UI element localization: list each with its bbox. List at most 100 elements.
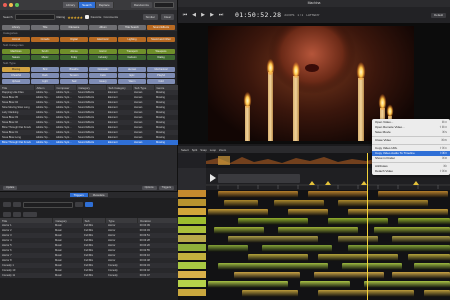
grid-view-icon[interactable] bbox=[75, 202, 83, 207]
track-header[interactable] bbox=[178, 253, 206, 260]
audio-clip[interactable] bbox=[228, 236, 318, 243]
subcategory-tag[interactable]: Transport bbox=[118, 49, 146, 54]
back-icon[interactable] bbox=[3, 202, 11, 207]
audio-clip[interactable] bbox=[214, 227, 264, 234]
menu-item[interactable]: Detach Video ⇧⌘D bbox=[372, 169, 450, 174]
audio-clip[interactable] bbox=[234, 272, 300, 279]
browser-search-input[interactable] bbox=[23, 201, 73, 208]
subtype-tag[interactable]: Mechanical bbox=[147, 67, 175, 72]
audio-clip[interactable] bbox=[218, 263, 328, 270]
options-button[interactable]: Options bbox=[141, 186, 157, 190]
subtype-tag[interactable]: Tension bbox=[60, 73, 88, 78]
audio-clip[interactable] bbox=[328, 218, 388, 225]
audio-clip[interactable] bbox=[308, 191, 368, 198]
track-header[interactable] bbox=[178, 244, 206, 251]
subcategory-tag[interactable]: Industry bbox=[89, 55, 117, 60]
preset-select[interactable]: Default bbox=[431, 12, 446, 18]
fast-forward-icon[interactable]: ⏭ bbox=[218, 12, 224, 18]
category-tag[interactable]: Electronic bbox=[89, 37, 117, 42]
subtype-tag[interactable]: Human bbox=[118, 67, 146, 72]
triggers-button[interactable]: Triggers bbox=[158, 186, 174, 190]
rating-stars-icon[interactable]: ★★★★★ bbox=[67, 15, 83, 20]
favorite-checkbox[interactable] bbox=[84, 15, 89, 19]
subtype-tag[interactable]: Breathe bbox=[60, 67, 88, 72]
subcategory-tag[interactable]: Dialog bbox=[147, 55, 175, 60]
zoom-window-icon[interactable] bbox=[15, 3, 19, 7]
audio-clip[interactable] bbox=[288, 209, 328, 216]
subtype-tag[interactable]: Heavy bbox=[89, 79, 117, 84]
subtype-tag[interactable]: Light bbox=[31, 79, 59, 84]
subtype-tag[interactable]: Domestic bbox=[89, 67, 117, 72]
track-header[interactable] bbox=[178, 271, 206, 278]
folder-icon[interactable] bbox=[23, 212, 37, 217]
menu-item[interactable]: Show in Finder ⌘R bbox=[372, 156, 450, 161]
track-header[interactable] bbox=[178, 199, 206, 206]
tab-metadata[interactable]: Metadata bbox=[88, 193, 109, 197]
subcategory-tag[interactable]: Horror bbox=[89, 49, 117, 54]
audio-clip[interactable] bbox=[242, 290, 298, 297]
audio-clip[interactable] bbox=[342, 263, 402, 270]
update-button[interactable]: Update bbox=[3, 186, 18, 190]
timeline-tracks[interactable] bbox=[178, 190, 450, 300]
subtype-tag[interactable]: Cold bbox=[147, 79, 175, 84]
similar-button[interactable]: Similar bbox=[142, 14, 158, 20]
track-header[interactable] bbox=[178, 235, 206, 242]
subtype-tag[interactable]: Bird bbox=[31, 67, 59, 72]
audio-clip[interactable] bbox=[392, 272, 450, 279]
audio-clip[interactable] bbox=[374, 227, 450, 234]
audio-clip[interactable] bbox=[378, 191, 448, 198]
filter-filename[interactable]: Filename bbox=[60, 25, 88, 30]
audio-clip[interactable] bbox=[278, 227, 358, 234]
audio-clip[interactable] bbox=[262, 245, 332, 252]
audio-clip[interactable] bbox=[274, 200, 324, 207]
audio-clip[interactable] bbox=[318, 254, 398, 261]
subtype-tag[interactable]: Cheerful bbox=[2, 73, 30, 78]
audio-clip[interactable] bbox=[318, 290, 414, 297]
subtype-tag[interactable]: Sad bbox=[60, 79, 88, 84]
filter-album[interactable]: Album bbox=[89, 25, 117, 30]
forward-icon[interactable] bbox=[13, 202, 21, 207]
audio-clip[interactable] bbox=[208, 245, 248, 252]
subtype-tag[interactable]: Playful bbox=[147, 73, 175, 78]
subcategory-tag[interactable]: Foley bbox=[60, 55, 88, 60]
tool-loop[interactable]: Loop bbox=[210, 148, 216, 152]
audio-clip[interactable] bbox=[348, 209, 448, 216]
subtype-tag[interactable]: Warm bbox=[118, 79, 146, 84]
subtype-tag[interactable]: Epic bbox=[118, 73, 146, 78]
category-tag[interactable]: Lighting bbox=[118, 37, 146, 42]
audio-clip[interactable] bbox=[314, 272, 384, 279]
audio-clip[interactable] bbox=[392, 236, 450, 243]
tool-zoom[interactable]: Zoom bbox=[219, 148, 226, 152]
tab-replace[interactable]: Replace bbox=[95, 2, 114, 8]
audio-clip[interactable] bbox=[398, 218, 450, 225]
subcategory-tag[interactable]: Atmos bbox=[60, 49, 88, 54]
subcategory-tag[interactable]: Cartoon bbox=[118, 55, 146, 60]
audio-clip[interactable] bbox=[364, 281, 450, 288]
step-forward-icon[interactable]: ▶ bbox=[209, 12, 215, 18]
filter-title-search[interactable]: Title Search bbox=[118, 25, 146, 30]
category-tag[interactable]: Sound and Other bbox=[147, 37, 175, 42]
tool-snap[interactable]: Snap bbox=[200, 148, 207, 152]
search-input[interactable] bbox=[14, 14, 55, 20]
subcategory-tag[interactable]: Sci-Fi bbox=[31, 49, 59, 54]
audio-clip[interactable] bbox=[300, 281, 350, 288]
track-header[interactable] bbox=[178, 226, 206, 233]
category-tag[interactable]: Digital bbox=[60, 37, 88, 42]
filter-title[interactable]: Title bbox=[31, 25, 59, 30]
tab-search[interactable]: Search bbox=[79, 2, 96, 8]
category-tag[interactable]: Animal bbox=[2, 37, 30, 42]
play-icon[interactable]: ▶ bbox=[200, 12, 206, 18]
audio-clip[interactable] bbox=[348, 245, 450, 252]
audio-clip[interactable] bbox=[248, 254, 308, 261]
tab-library[interactable]: Library bbox=[63, 2, 80, 8]
subcategory-tag[interactable]: Music bbox=[31, 55, 59, 60]
audio-clip[interactable] bbox=[338, 236, 378, 243]
audio-clip[interactable] bbox=[238, 218, 308, 225]
randomize-button[interactable]: Randomize bbox=[130, 2, 152, 8]
audio-clip[interactable] bbox=[414, 263, 450, 270]
subtype-tag[interactable]: Upbeat bbox=[2, 79, 30, 84]
track-header[interactable] bbox=[178, 190, 206, 197]
tool-select[interactable]: Select bbox=[181, 148, 189, 152]
track-header[interactable] bbox=[178, 289, 206, 296]
filter-library[interactable]: Library bbox=[2, 25, 30, 30]
